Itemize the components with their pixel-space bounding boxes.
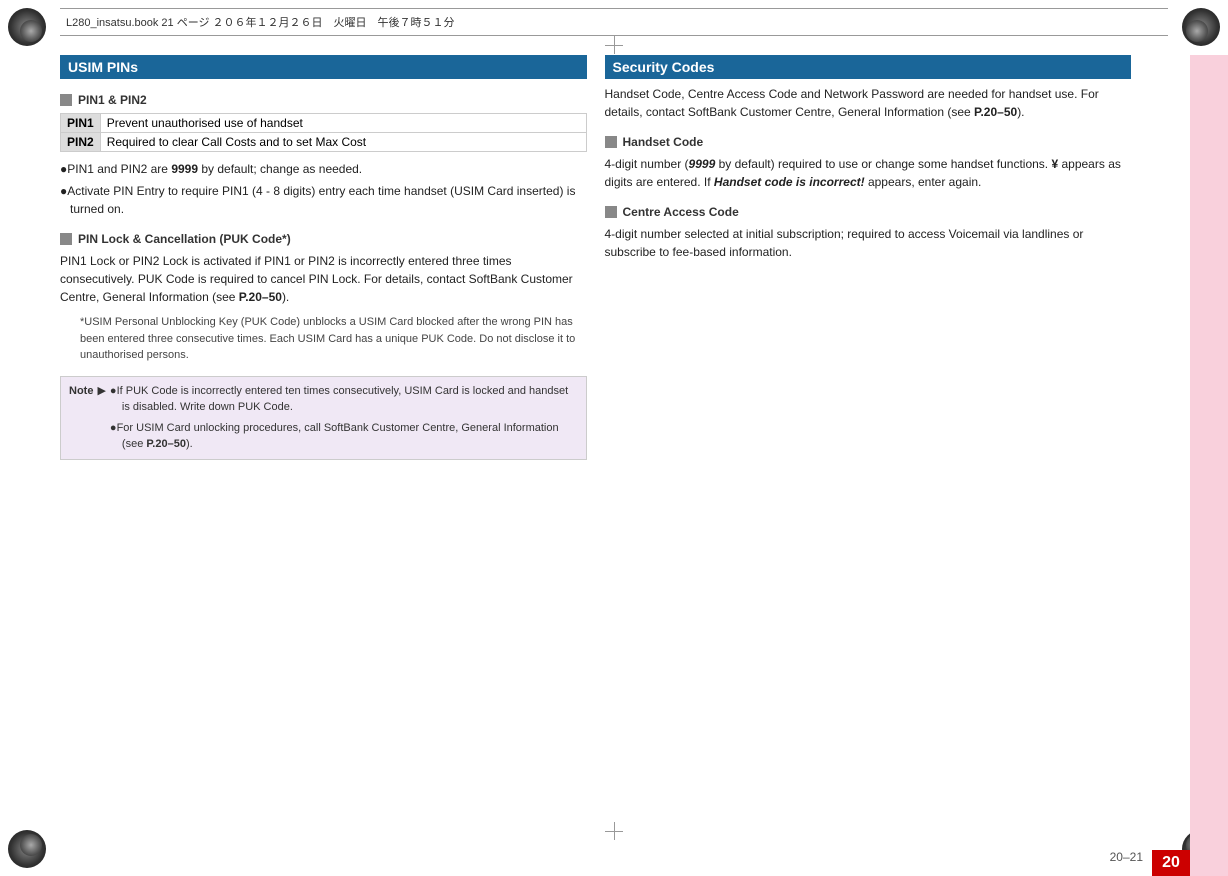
pin-lock-footnote: *USIM Personal Unblocking Key (PUK Code)… xyxy=(60,314,587,364)
note-box: Note ▶ ●If PUK Code is incorrectly enter… xyxy=(60,376,587,460)
usim-pins-title: USIM PINs xyxy=(60,55,587,79)
table-row: PIN1 Prevent unauthorised use of handset xyxy=(61,114,587,133)
pin-bullet2: ●Activate PIN Entry to require PIN1 (4 -… xyxy=(60,182,587,218)
sub-header-icon2 xyxy=(60,233,72,245)
small-circle-tl xyxy=(20,20,42,42)
note-bullet2: ●For USIM Card unlocking procedures, cal… xyxy=(110,420,578,453)
right-column: Security Codes Handset Code, Centre Acce… xyxy=(605,55,1174,816)
security-codes-intro: Handset Code, Centre Access Code and Net… xyxy=(605,85,1132,121)
right-margin xyxy=(1190,55,1228,876)
pin1-desc: Prevent unauthorised use of handset xyxy=(100,114,586,133)
centre-access-code-label: Centre Access Code xyxy=(623,205,739,219)
pin-table: PIN1 Prevent unauthorised use of handset… xyxy=(60,113,587,152)
main-content: USIM PINs PIN1 & PIN2 PIN1 Prevent unaut… xyxy=(60,55,1173,816)
pin1-pin2-header: PIN1 & PIN2 xyxy=(60,93,587,107)
sub-header-icon3 xyxy=(605,136,617,148)
small-circle-bl xyxy=(20,834,42,856)
crosshair-bottom xyxy=(605,822,623,840)
sub-header-icon xyxy=(60,94,72,106)
note-arrow: ▶ xyxy=(97,383,105,400)
pin-lock-label: PIN Lock & Cancellation (PUK Code*) xyxy=(78,232,291,246)
left-column: USIM PINs PIN1 & PIN2 PIN1 Prevent unaut… xyxy=(60,55,587,816)
note-bullet1: ●If PUK Code is incorrectly entered ten … xyxy=(110,383,578,416)
handset-code-label: Handset Code xyxy=(623,135,704,149)
pin-lock-header: PIN Lock & Cancellation (PUK Code*) xyxy=(60,232,587,246)
centre-access-code-text: 4-digit number selected at initial subsc… xyxy=(605,225,1132,261)
handset-code-text: 4-digit number (9999 by default) require… xyxy=(605,155,1132,191)
page-header: L280_insatsu.book 21 ページ ２０６年１２月２６日 火曜日 … xyxy=(60,8,1168,36)
security-codes-title: Security Codes xyxy=(605,55,1132,79)
pin1-pin2-label: PIN1 & PIN2 xyxy=(78,93,147,107)
table-row: PIN2 Required to clear Call Costs and to… xyxy=(61,133,587,152)
centre-access-code-header: Centre Access Code xyxy=(605,205,1132,219)
bottom-page-number: 20–21 xyxy=(1110,850,1143,864)
pin2-desc: Required to clear Call Costs and to set … xyxy=(100,133,586,152)
crosshair-top xyxy=(605,36,623,54)
header-text: L280_insatsu.book 21 ページ ２０６年１２月２６日 火曜日 … xyxy=(66,14,455,30)
page-number-box: 20 xyxy=(1152,850,1190,876)
handset-code-header: Handset Code xyxy=(605,135,1132,149)
note-label: Note xyxy=(69,383,93,400)
pin1-label: PIN1 xyxy=(61,114,101,133)
pin2-label: PIN2 xyxy=(61,133,101,152)
note-content: ●If PUK Code is incorrectly entered ten … xyxy=(110,383,578,453)
pin-bullet1: ●PIN1 and PIN2 are 9999 by default; chan… xyxy=(60,160,587,178)
small-circle-tr xyxy=(1186,20,1208,42)
pin-lock-para1: PIN1 Lock or PIN2 Lock is activated if P… xyxy=(60,252,587,306)
sub-header-icon4 xyxy=(605,206,617,218)
